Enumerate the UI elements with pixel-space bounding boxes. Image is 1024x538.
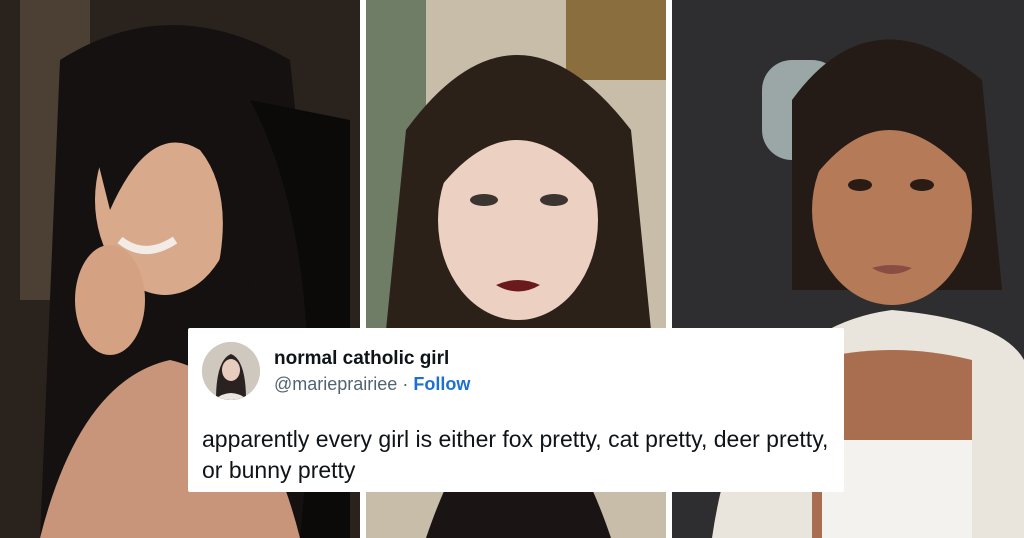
- follow-button[interactable]: Follow: [413, 374, 470, 394]
- avatar[interactable]: [202, 342, 260, 400]
- handle-row: @marieprairiee · Follow: [274, 374, 470, 395]
- avatar-icon: [202, 342, 260, 400]
- display-name[interactable]: normal catholic girl: [274, 348, 449, 370]
- tweet-text: apparently every girl is either fox pret…: [202, 426, 829, 483]
- handle[interactable]: @marieprairiee: [274, 374, 397, 394]
- separator: ·: [402, 374, 409, 394]
- tweet-card: normal catholic girl @marieprairiee · Fo…: [188, 328, 844, 492]
